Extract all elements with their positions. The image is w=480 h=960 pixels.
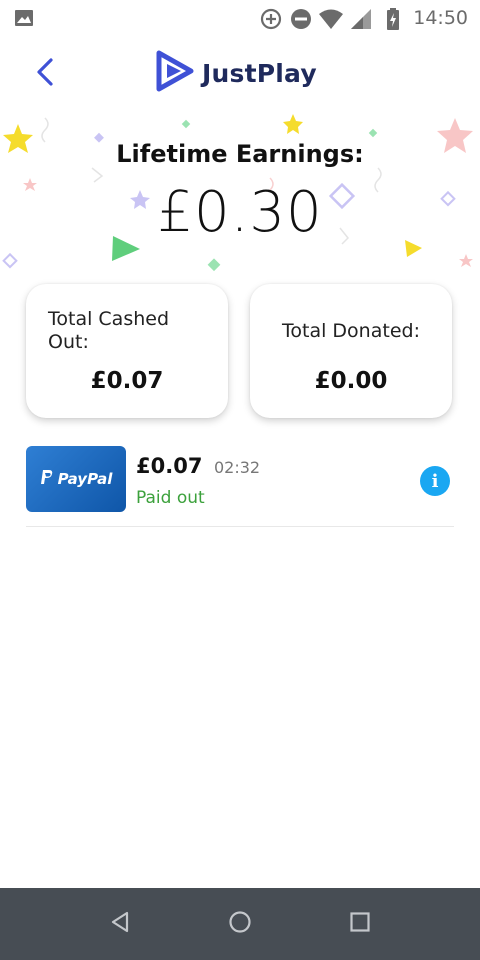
signal-icon	[350, 8, 372, 34]
data-saver-icon	[260, 8, 282, 34]
app-name: JustPlay	[202, 58, 317, 88]
nav-home-button[interactable]	[220, 908, 260, 940]
system-nav-bar	[0, 888, 480, 960]
total-donated-value: £0.00	[314, 368, 388, 394]
total-cashed-out-card: Total Cashed Out: £0.07	[26, 284, 228, 418]
battery-icon	[386, 8, 400, 34]
total-cashed-out-label: Total Cashed Out:	[48, 308, 170, 353]
total-donated-card: Total Donated: £0.00	[250, 284, 452, 418]
transaction-status: Paid out	[136, 488, 205, 508]
lifetime-earnings-amount: £0.30	[157, 180, 323, 245]
lifetime-earnings-title: Lifetime Earnings:	[116, 140, 364, 168]
justplay-logo-icon	[156, 50, 194, 96]
app-header: JustPlay	[0, 36, 480, 108]
back-button[interactable]	[28, 54, 62, 94]
nav-back-icon	[109, 911, 131, 937]
nav-home-icon	[228, 910, 252, 938]
transaction-row[interactable]: PayPal £0.07 02:32 Paid out i	[26, 446, 454, 527]
transaction-time: 02:32	[214, 458, 261, 477]
wifi-icon	[318, 8, 344, 34]
image-icon	[14, 8, 34, 32]
info-icon: i	[431, 470, 439, 492]
back-arrow-icon	[35, 57, 55, 91]
nav-recents-icon	[349, 911, 371, 937]
info-button[interactable]: i	[420, 466, 450, 496]
total-donated-label: Total Donated:	[282, 320, 420, 342]
nav-recents-button[interactable]	[340, 908, 380, 940]
paypal-icon	[40, 469, 54, 489]
app-logo: JustPlay	[156, 50, 317, 96]
paypal-logo: PayPal	[26, 446, 126, 512]
status-bar: 14:50	[0, 0, 480, 36]
nav-back-button[interactable]	[100, 908, 140, 940]
do-not-disturb-icon	[290, 8, 312, 34]
paypal-label: PayPal	[57, 470, 113, 488]
status-time: 14:50	[413, 7, 468, 29]
transaction-amount: £0.07	[136, 454, 203, 478]
total-cashed-out-value: £0.07	[90, 368, 164, 394]
